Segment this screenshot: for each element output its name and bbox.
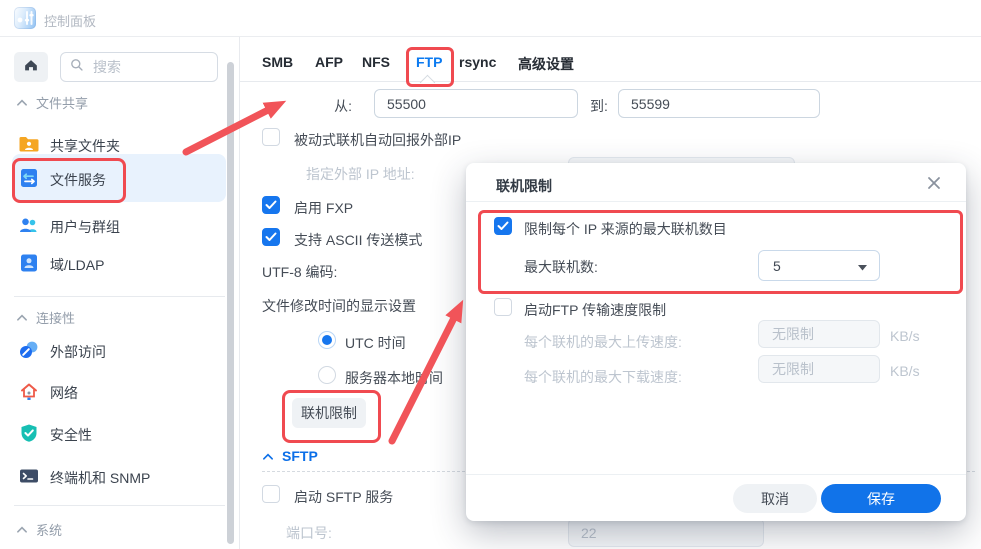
tab-smb[interactable]: SMB [262,54,293,70]
passive-report-ip-checkbox[interactable] [262,128,280,146]
download-unit-label: KB/s [890,363,920,379]
external-ip-label: 指定外部 IP 地址: [306,164,415,184]
external-access-icon [18,340,40,365]
page-title: 控制面板 [44,11,96,30]
sidebar-item-file-services[interactable]: 文件服务 [50,170,106,190]
server-local-time-label: 服务器本地时间 [345,368,443,388]
passive-report-ip-label: 被动式联机自动回报外部IP [294,130,461,150]
max-upload-speed-input: 无限制 [758,320,880,348]
port-to-label: 到: [590,96,608,116]
sidebar-section-system[interactable]: 系统 [16,520,62,539]
max-connections-value: 5 [773,258,781,274]
sidebar-group-divider [14,296,225,297]
control-panel-app-icon [14,7,36,29]
enable-sftp-label: 启动 SFTP 服务 [294,487,393,507]
upload-unit-label: KB/s [890,328,920,344]
sidebar-divider [239,37,240,549]
dialog-title: 联机限制 [496,176,552,196]
search-input[interactable] [91,58,205,76]
caret-down-icon [858,258,867,274]
ftp-speed-limit-checkbox[interactable] [494,298,512,316]
sidebar-item-terminal-snmp[interactable]: 终端机和 SNMP [50,468,150,488]
active-tab-notch [420,75,436,91]
check-icon [265,232,277,242]
sidebar-section-file-sharing[interactable]: 文件共享 [16,93,88,112]
sidebar-scrollbar[interactable] [227,62,234,544]
search-icon [69,57,85,78]
max-connections-label: 最大联机数: [524,257,598,277]
connection-limit-dialog: 联机限制 限制每个 IP 来源的最大联机数目 最大联机数: 5 启动FTP 传输… [466,163,966,521]
sftp-port-input: 22 [568,518,764,547]
chevron-up-icon [16,310,28,325]
home-icon [22,56,40,79]
sidebar-section-connectivity[interactable]: 连接性 [16,308,75,327]
port-to-input[interactable]: 55599 [618,89,820,118]
ftp-speed-limit-label: 启动FTP 传输速度限制 [524,300,666,320]
utc-time-radio[interactable] [318,331,336,349]
enable-fxp-checkbox[interactable] [262,196,280,214]
control-panel-window: 控制面板 文件共享 共享文件夹 文件服务 用户与群组 域/LDAP [0,0,981,549]
cancel-button[interactable]: 取消 [733,484,817,513]
home-button[interactable] [14,52,48,82]
sidebar-item-user-group[interactable]: 用户与群组 [50,217,120,237]
limit-per-ip-label: 限制每个 IP 来源的最大联机数目 [524,219,727,239]
search-box[interactable] [60,52,218,82]
sidebar-item-network[interactable]: 网络 [50,383,78,403]
chevron-up-icon [16,95,28,110]
check-icon [497,221,509,231]
shared-folder-icon [18,134,40,159]
sftp-port-label: 端口号: [286,523,332,543]
tab-ftp[interactable]: FTP [416,54,442,70]
close-icon [927,176,941,195]
enable-fxp-label: 启用 FXP [294,198,353,218]
tab-advanced-settings[interactable]: 高级设置 [518,54,574,74]
port-from-input[interactable]: 55500 [374,89,578,118]
tabs-divider [240,81,981,82]
connection-limit-button[interactable]: 联机限制 [292,398,366,428]
dialog-footer-divider [466,474,966,475]
security-icon [18,423,40,448]
dialog-header-divider [466,201,966,202]
utc-time-label: UTC 时间 [345,333,406,353]
save-button[interactable]: 保存 [821,484,941,513]
utf8-encoding-label: UTF-8 编码: [262,262,337,282]
enable-sftp-checkbox[interactable] [262,485,280,503]
port-from-label: 从: [300,96,352,116]
tab-rsync[interactable]: rsync [459,54,496,70]
server-local-time-radio[interactable] [318,366,336,384]
sidebar-item-security[interactable]: 安全性 [50,425,92,445]
dialog-close-button[interactable] [924,175,944,195]
max-download-speed-label: 每个联机的最大下载速度: [524,367,682,387]
sidebar-selected-highlight [12,154,226,202]
sidebar-group-divider [14,505,225,506]
tab-nfs[interactable]: NFS [362,54,390,70]
sidebar-item-external-access[interactable]: 外部访问 [50,342,106,362]
mtime-display-label: 文件修改时间的显示设置 [262,296,416,316]
sftp-section-header[interactable]: SFTP [262,448,318,464]
domain-ldap-icon [18,253,40,278]
network-icon [18,381,40,406]
max-download-speed-input: 无限制 [758,355,880,383]
limit-per-ip-checkbox[interactable] [494,217,512,235]
chevron-up-icon [262,448,274,464]
ascii-mode-label: 支持 ASCII 传送模式 [294,230,422,250]
file-services-icon [18,168,40,193]
max-connections-dropdown[interactable]: 5 [758,250,880,281]
sidebar-item-domain-ldap[interactable]: 域/LDAP [50,255,104,275]
sidebar-item-shared-folder[interactable]: 共享文件夹 [50,136,120,156]
terminal-icon [18,466,40,491]
ascii-mode-checkbox[interactable] [262,228,280,246]
user-group-icon [18,215,40,240]
header-divider [0,36,981,37]
tab-afp[interactable]: AFP [315,54,343,70]
max-upload-speed-label: 每个联机的最大上传速度: [524,332,682,352]
chevron-up-icon [16,522,28,537]
check-icon [265,200,277,210]
